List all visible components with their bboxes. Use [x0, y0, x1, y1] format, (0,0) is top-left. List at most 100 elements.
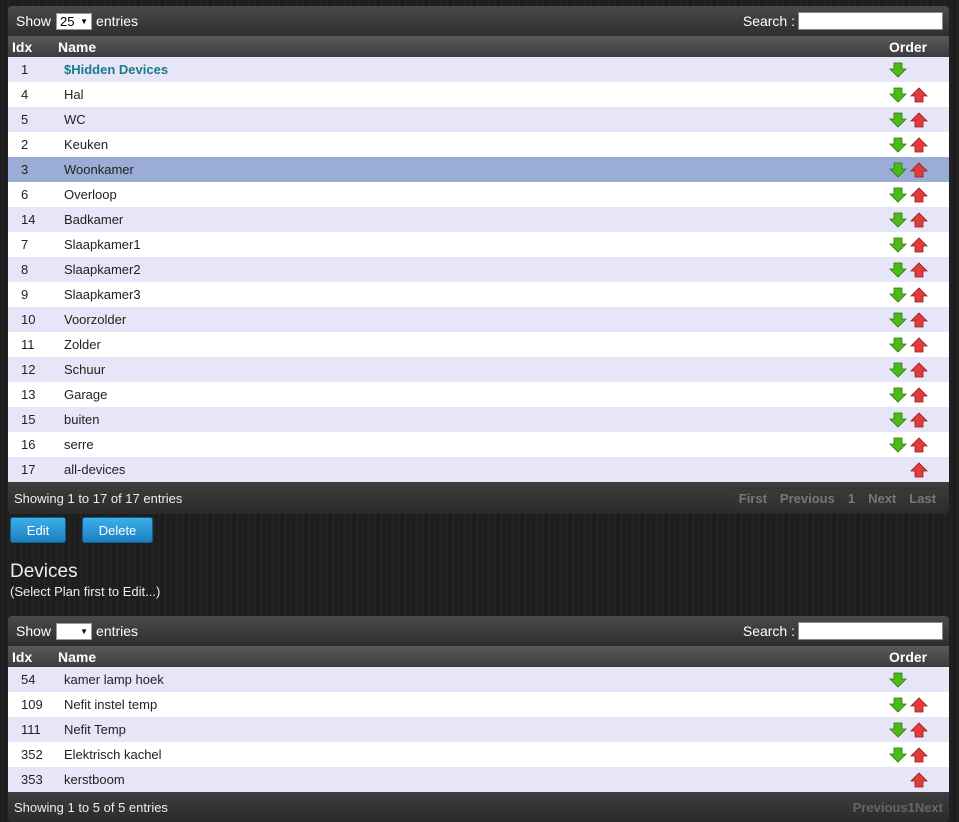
- column-header-idx[interactable]: Idx: [8, 649, 56, 665]
- red-up-arrow-icon[interactable]: [910, 411, 928, 428]
- green-down-arrow-icon[interactable]: [889, 62, 907, 78]
- green-down-arrow-icon[interactable]: [889, 672, 907, 688]
- red-up-arrow-icon[interactable]: [910, 186, 928, 203]
- table-row[interactable]: 16 serre: [8, 432, 949, 457]
- row-idx: 6: [21, 187, 29, 202]
- delete-button[interactable]: Delete: [82, 517, 153, 543]
- column-header-order[interactable]: Order: [889, 39, 949, 55]
- pager-first-button[interactable]: First: [732, 488, 774, 508]
- row-order-controls: [887, 411, 949, 428]
- red-up-arrow-icon[interactable]: [910, 386, 928, 403]
- row-idx: 16: [21, 437, 36, 452]
- row-name: $Hidden Devices: [64, 62, 169, 77]
- page-size-select[interactable]: ▼: [56, 622, 93, 640]
- red-up-arrow-icon[interactable]: [910, 261, 928, 278]
- table-row[interactable]: 13 Garage: [8, 382, 949, 407]
- green-down-arrow-icon[interactable]: [889, 162, 907, 178]
- row-idx: 1: [21, 62, 29, 77]
- table-row[interactable]: 2 Keuken: [8, 132, 949, 157]
- page-size-select[interactable]: 25 ▼: [56, 12, 93, 30]
- green-down-arrow-icon[interactable]: [889, 137, 907, 153]
- row-name: serre: [64, 437, 94, 452]
- red-up-arrow-icon[interactable]: [910, 746, 928, 763]
- row-name: Schuur: [64, 362, 106, 377]
- red-up-arrow-icon[interactable]: [910, 461, 928, 478]
- pager-page-1-button[interactable]: 1: [841, 488, 863, 508]
- green-down-arrow-icon[interactable]: [889, 237, 907, 253]
- table-row[interactable]: 352 Elektrisch kachel: [8, 742, 949, 767]
- search-input[interactable]: [798, 12, 943, 30]
- row-idx: 8: [21, 262, 29, 277]
- row-idx: 352: [21, 747, 43, 762]
- red-up-arrow-icon[interactable]: [910, 696, 928, 713]
- table-row[interactable]: 109 Nefit instel temp: [8, 692, 949, 717]
- green-down-arrow-icon[interactable]: [889, 287, 907, 303]
- red-up-arrow-icon[interactable]: [910, 161, 928, 178]
- table-row[interactable]: 11 Zolder: [8, 332, 949, 357]
- table-row[interactable]: 4 Hal: [8, 82, 949, 107]
- pager-next-button[interactable]: Next: [862, 488, 904, 508]
- red-up-arrow-icon[interactable]: [910, 211, 928, 228]
- row-name: Woonkamer: [64, 162, 134, 177]
- green-down-arrow-icon[interactable]: [889, 112, 907, 128]
- table-row[interactable]: 5 WC: [8, 107, 949, 132]
- green-down-arrow-icon[interactable]: [889, 747, 907, 763]
- table-row[interactable]: 1 $Hidden Devices: [8, 57, 949, 82]
- red-up-arrow-icon[interactable]: [910, 771, 928, 788]
- table-row[interactable]: 353 kerstboom: [8, 767, 949, 792]
- red-up-arrow-icon[interactable]: [910, 336, 928, 353]
- column-header-name[interactable]: Name: [56, 39, 889, 55]
- green-down-arrow-icon[interactable]: [889, 187, 907, 203]
- green-down-arrow-icon[interactable]: [889, 312, 907, 328]
- pager-last-button[interactable]: Last: [903, 488, 942, 508]
- devices-subtitle: (Select Plan first to Edit...): [10, 584, 161, 599]
- row-name: Slaapkamer2: [64, 262, 141, 277]
- green-down-arrow-icon[interactable]: [889, 87, 907, 103]
- row-name: Hal: [64, 87, 84, 102]
- red-up-arrow-icon[interactable]: [910, 361, 928, 378]
- green-down-arrow-icon[interactable]: [889, 437, 907, 453]
- table-row[interactable]: 17 all-devices: [8, 457, 949, 482]
- table-row[interactable]: 8 Slaapkamer2: [8, 257, 949, 282]
- red-up-arrow-icon[interactable]: [910, 286, 928, 303]
- row-idx: 109: [21, 697, 43, 712]
- green-down-arrow-icon[interactable]: [889, 362, 907, 378]
- red-up-arrow-icon[interactable]: [910, 236, 928, 253]
- column-header-order[interactable]: Order: [889, 649, 949, 665]
- column-header-name[interactable]: Name: [56, 649, 889, 665]
- table-row[interactable]: 7 Slaapkamer1: [8, 232, 949, 257]
- red-up-arrow-icon[interactable]: [910, 136, 928, 153]
- edit-button[interactable]: Edit: [10, 517, 66, 543]
- pager-previous-button[interactable]: Previous: [773, 488, 842, 508]
- green-down-arrow-icon[interactable]: [889, 262, 907, 278]
- table-row[interactable]: 3 Woonkamer: [8, 157, 949, 182]
- green-down-arrow-icon[interactable]: [889, 412, 907, 428]
- green-down-arrow-icon[interactable]: [889, 722, 907, 738]
- table-row[interactable]: 15 buiten: [8, 407, 949, 432]
- search-input[interactable]: [798, 622, 943, 640]
- table-row[interactable]: 9 Slaapkamer3: [8, 282, 949, 307]
- row-idx: 11: [21, 337, 35, 352]
- devices-pager[interactable]: Previous1Next: [853, 800, 943, 815]
- table-row[interactable]: 14 Badkamer: [8, 207, 949, 232]
- row-order-controls: [887, 86, 949, 103]
- green-down-arrow-icon[interactable]: [889, 387, 907, 403]
- row-name: kerstboom: [64, 772, 125, 787]
- table-row[interactable]: 10 Voorzolder: [8, 307, 949, 332]
- table-row[interactable]: 111 Nefit Temp: [8, 717, 949, 742]
- red-up-arrow-icon[interactable]: [910, 721, 928, 738]
- green-down-arrow-icon[interactable]: [889, 697, 907, 713]
- row-order-controls: [887, 236, 949, 253]
- table-row[interactable]: 6 Overloop: [8, 182, 949, 207]
- row-order-controls: [887, 136, 949, 153]
- table-row[interactable]: 54 kamer lamp hoek: [8, 667, 949, 692]
- green-down-arrow-icon[interactable]: [889, 337, 907, 353]
- table-row[interactable]: 12 Schuur: [8, 357, 949, 382]
- red-up-arrow-icon[interactable]: [910, 311, 928, 328]
- red-up-arrow-icon[interactable]: [910, 86, 928, 103]
- red-up-arrow-icon[interactable]: [910, 436, 928, 453]
- red-up-arrow-icon[interactable]: [910, 111, 928, 128]
- column-header-idx[interactable]: Idx: [8, 39, 56, 55]
- green-down-arrow-icon[interactable]: [889, 212, 907, 228]
- row-order-controls: [887, 386, 949, 403]
